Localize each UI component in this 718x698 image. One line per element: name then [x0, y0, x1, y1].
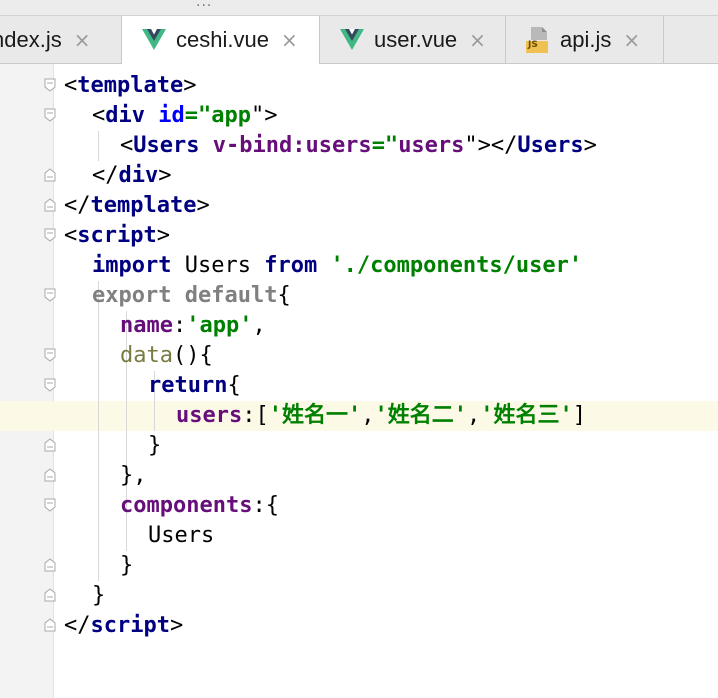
- top-strip: ...: [0, 0, 718, 16]
- code-line: Users: [148, 523, 215, 548]
- code-line: <template>: [64, 73, 197, 98]
- more-indicator: ...: [196, 0, 213, 10]
- tab-label: ceshi.vue: [176, 27, 269, 52]
- code-line: export default{: [92, 283, 291, 308]
- close-icon[interactable]: ×: [74, 30, 91, 50]
- code-line: components:{: [120, 493, 279, 518]
- code-line: data(){: [120, 343, 213, 368]
- code-line: }: [148, 433, 162, 458]
- js-icon-text: JS: [528, 39, 538, 50]
- code-line: <script>: [64, 223, 170, 248]
- tab-label: ndex.js: [0, 26, 62, 52]
- code-line: return{: [148, 373, 241, 398]
- tab-label: user.vue: [374, 26, 458, 52]
- code-line: </script>: [64, 613, 184, 638]
- code-line: name:'app',: [120, 313, 266, 338]
- code-line: },: [120, 463, 147, 488]
- tab-user-vue[interactable]: user.vue ×: [320, 16, 506, 63]
- tab-index-js[interactable]: ndex.js ×: [0, 16, 122, 63]
- tab-api-js[interactable]: JS api.js ×: [506, 16, 664, 63]
- js-file-icon: JS: [526, 26, 548, 53]
- code-line: }: [120, 553, 134, 578]
- code-line-current: users:['姓名一','姓名二','姓名三']: [176, 403, 586, 428]
- editor-tab-bar: ndex.js × ceshi.vue × user.vue × JS: [0, 16, 718, 64]
- vue-icon: [142, 29, 166, 50]
- code-line: </template>: [64, 193, 210, 218]
- close-icon[interactable]: ×: [469, 30, 486, 50]
- code-line: <div id="app">: [92, 103, 278, 128]
- code-line: }: [92, 583, 106, 608]
- tab-label: api.js: [560, 26, 612, 52]
- close-icon[interactable]: ×: [281, 30, 298, 50]
- vue-icon: [340, 28, 364, 50]
- code-line: </div>: [92, 163, 172, 188]
- code-line: <Users v-bind:users="users"></Users>: [120, 133, 597, 158]
- code-editor[interactable]: <template> <div id="app"> <Users v-bind:…: [0, 64, 718, 698]
- close-icon[interactable]: ×: [623, 30, 640, 50]
- tab-ceshi-vue[interactable]: ceshi.vue ×: [122, 16, 320, 64]
- code-line: import Users from './components/user': [92, 253, 583, 278]
